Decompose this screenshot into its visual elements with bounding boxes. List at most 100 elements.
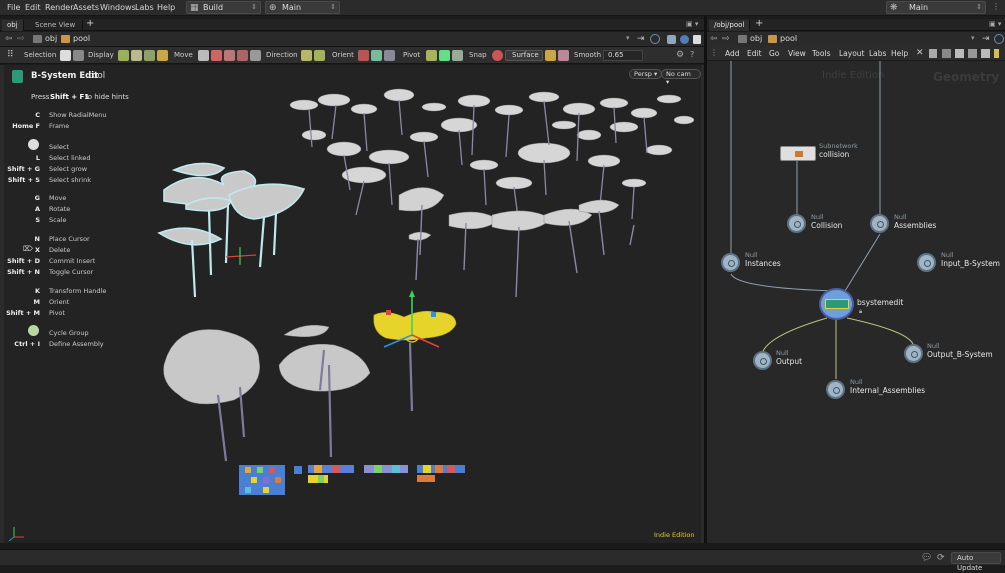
node-null-collision[interactable]: [787, 214, 806, 233]
node-null-input-bsystem[interactable]: [917, 253, 936, 272]
hint-label-shift-n: Toggle Cursor: [49, 268, 94, 276]
snap-magnet-icon[interactable]: [492, 50, 503, 61]
forward-icon[interactable]: ⇨: [17, 34, 25, 44]
display-wire-icon[interactable]: [118, 50, 129, 61]
camera-menu[interactable]: No cam ▾: [661, 69, 701, 86]
snap-b-icon[interactable]: [558, 50, 569, 61]
node-type-output-bsystem: Null: [927, 342, 940, 350]
display-prims-icon[interactable]: [144, 50, 155, 61]
selection-label: Selection: [24, 51, 57, 59]
grid-handle-icon[interactable]: ⠿: [7, 50, 14, 60]
hint-key-shift-g: Shift + G: [7, 165, 40, 173]
auto-update-select[interactable]: Auto Update: [951, 552, 1001, 572]
display-cursor-icon[interactable]: [157, 50, 168, 61]
pin-icon[interactable]: ⇥: [982, 34, 990, 44]
mouse-left-icon: [28, 139, 39, 150]
assembly-swatches: [239, 465, 465, 495]
hint-label-select: Select: [49, 143, 70, 151]
add-tab-icon[interactable]: +: [86, 18, 94, 29]
menu-overflow-icon[interactable]: ⋮: [992, 2, 1000, 11]
network-editor[interactable]: ⋮ Add Edit Go View Tools Layout Labs Hel…: [707, 46, 1005, 543]
tab-obj[interactable]: obj: [2, 20, 24, 31]
persp-label: Persp: [634, 70, 652, 78]
pivot-c-icon[interactable]: [452, 50, 463, 61]
snap-surface-select[interactable]: Surface: [505, 50, 543, 61]
node-collision-subnet[interactable]: [780, 146, 816, 161]
node-null-output[interactable]: [753, 351, 772, 370]
path-obj[interactable]: obj: [45, 34, 57, 43]
hint-keys: Shift + F1: [50, 93, 90, 101]
desktop-main-select[interactable]: ⊕ Main ⇕: [265, 1, 340, 14]
orient-c-icon[interactable]: [384, 50, 395, 61]
menu-help[interactable]: Help: [157, 3, 175, 12]
menu-file[interactable]: File: [7, 3, 20, 12]
hint-key-g: G: [34, 194, 40, 202]
pane-menu-icon[interactable]: ▣ ▾: [686, 20, 698, 28]
scene-viewport[interactable]: B-System Edit tool Press Shift + F1 to h…: [4, 65, 701, 543]
right-path-pool[interactable]: pool: [780, 34, 797, 43]
chat-icon[interactable]: 💬︎: [921, 553, 932, 563]
orient-b-icon[interactable]: [371, 50, 382, 61]
move-d-icon[interactable]: [250, 50, 261, 61]
tab-scene-view[interactable]: Scene View: [30, 20, 83, 31]
view-options-icon[interactable]: ⚙: [676, 50, 684, 60]
desktop-build-select[interactable]: ▦ Build ⇕: [186, 1, 261, 14]
pivot-b-icon[interactable]: [439, 50, 450, 61]
orient-a-icon[interactable]: [358, 50, 369, 61]
refresh-icon[interactable]: ⟳: [937, 553, 945, 563]
left-tab-bar: obj Scene View + ▣ ▾: [0, 18, 704, 31]
right-path-obj[interactable]: obj: [750, 34, 762, 43]
display-points-icon[interactable]: [131, 50, 142, 61]
path-dropdown-icon[interactable]: ▾: [626, 34, 630, 42]
page-icon[interactable]: [693, 35, 701, 44]
help-book-icon[interactable]: [667, 35, 676, 44]
forward-icon[interactable]: ⇨: [722, 34, 730, 44]
path-pool[interactable]: pool: [73, 34, 90, 43]
add-tab-icon[interactable]: +: [755, 18, 763, 29]
node-null-output-bsystem[interactable]: [904, 344, 923, 363]
hint-key-f: Home F: [12, 122, 40, 130]
hint-key-shift-s: Shift + S: [7, 176, 40, 184]
persp-menu[interactable]: Persp ▾: [629, 69, 663, 79]
menu-render[interactable]: Render: [45, 3, 73, 12]
indie-edition-label: Indie Edition: [654, 531, 695, 539]
snap-a-icon[interactable]: [545, 50, 556, 61]
pane-menu-icon[interactable]: ▣ ▾: [989, 20, 1001, 28]
selected-lily-stems: [190, 204, 278, 298]
move-c-icon[interactable]: [237, 50, 248, 61]
pivot-a-icon[interactable]: [426, 50, 437, 61]
direction-b-icon[interactable]: [314, 50, 325, 61]
node-bsystemedit[interactable]: [819, 288, 854, 320]
chevron-updown-icon: ⇕: [976, 3, 982, 11]
back-icon[interactable]: ⇦: [5, 34, 13, 44]
hint-key-s: S: [35, 216, 40, 224]
node-null-assemblies[interactable]: [870, 214, 889, 233]
node-null-instances[interactable]: [721, 253, 740, 272]
pin-icon[interactable]: ⇥: [637, 34, 645, 44]
snap-surface-value: Surface: [512, 51, 539, 59]
tab-obj-pool[interactable]: /obj/pool: [709, 20, 751, 31]
path-dropdown-icon[interactable]: ▾: [971, 34, 975, 42]
select-mode-icon[interactable]: [73, 50, 84, 61]
right-main-select[interactable]: ❋ Main ⇕: [886, 1, 986, 14]
menu-windows[interactable]: Windows: [100, 3, 136, 12]
help-icon[interactable]: ?: [690, 50, 694, 59]
info-icon[interactable]: [680, 35, 689, 44]
hint-label-s: Scale: [49, 216, 67, 224]
direction-a-icon[interactable]: [301, 50, 312, 61]
smooth-input[interactable]: 0.65: [603, 50, 643, 61]
select-box-icon[interactable]: [60, 50, 71, 61]
move-a-icon[interactable]: [211, 50, 222, 61]
link-icon[interactable]: [650, 34, 660, 44]
node-null-internal-assemblies[interactable]: [826, 380, 845, 399]
menu-assets[interactable]: Assets: [73, 3, 99, 12]
hint-label-c: Show RadialMenu: [49, 111, 107, 119]
menu-labs[interactable]: Labs: [135, 3, 154, 12]
move-pointer-icon[interactable]: [198, 50, 209, 61]
hint-key-m: M: [33, 298, 40, 306]
menu-edit[interactable]: Edit: [25, 3, 41, 12]
hint-label-shift-m: Pivot: [49, 309, 65, 317]
back-icon[interactable]: ⇦: [710, 34, 718, 44]
link-icon[interactable]: [994, 34, 1004, 44]
move-b-icon[interactable]: [224, 50, 235, 61]
